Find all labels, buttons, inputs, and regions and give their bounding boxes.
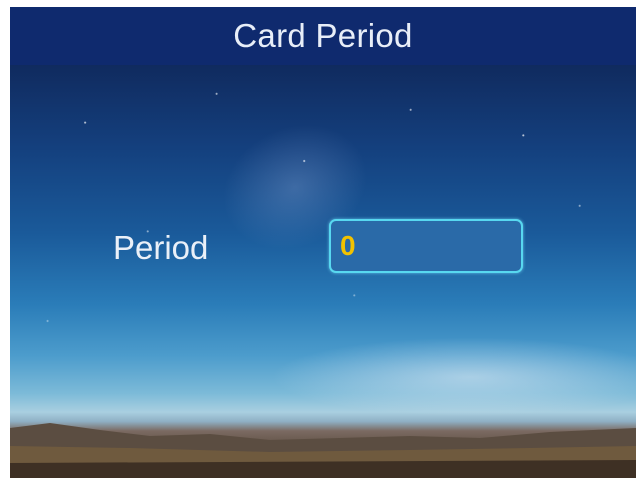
horizon-glow	[270, 337, 636, 417]
starry-sky-background	[10, 65, 636, 385]
page-title: Card Period	[233, 17, 413, 54]
title-bar: Card Period	[10, 7, 636, 65]
period-input[interactable]: 0	[329, 219, 523, 273]
device-screen: Card Period Period 0	[10, 7, 636, 478]
mountain-landscape	[10, 423, 636, 478]
period-input-value: 0	[340, 230, 356, 261]
period-label: Period	[113, 229, 209, 266]
